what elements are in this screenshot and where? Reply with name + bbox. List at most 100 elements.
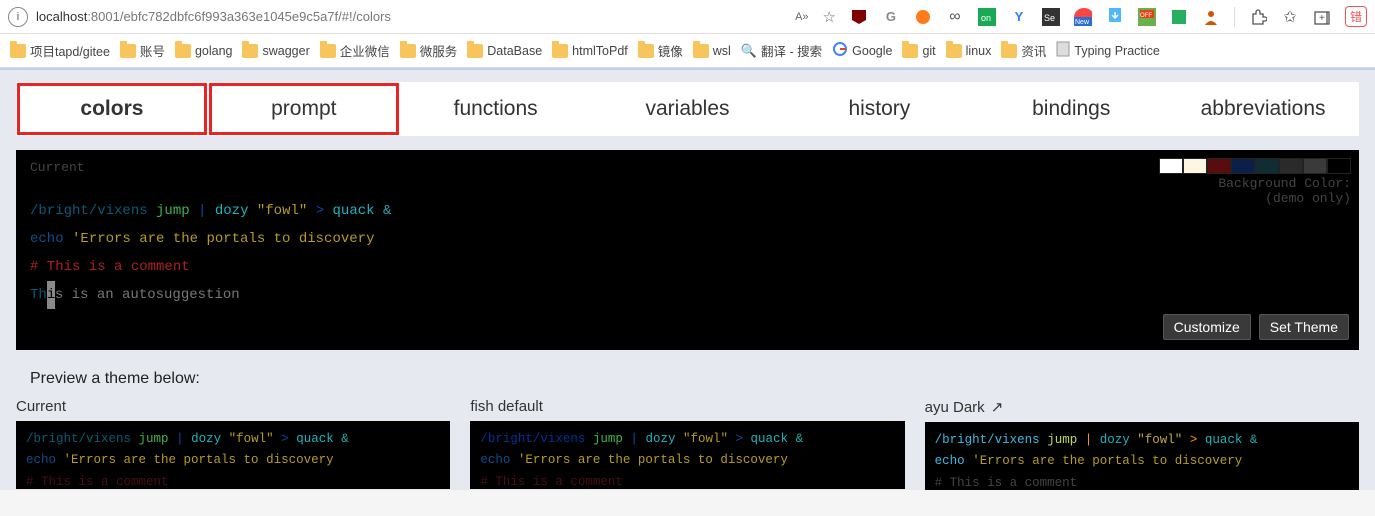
favorites-star-icon[interactable]: ✩ (1281, 8, 1299, 26)
theme-terminal: /bright/vixens jump | dozy "fowl" > quac… (470, 421, 904, 489)
page-body: colorspromptfunctionsvariableshistorybin… (0, 68, 1375, 490)
error-indicator[interactable]: 错 (1345, 6, 1367, 27)
external-link-icon[interactable]: ↗ (991, 398, 1004, 416)
terminal-lines: /bright/vixens jump | dozy "fowl" > quac… (30, 197, 1345, 309)
bookmark-label: Google (852, 44, 892, 58)
bookmark-item[interactable]: Typing Practice (1056, 41, 1159, 60)
ext-avatar-icon[interactable] (1202, 8, 1220, 26)
ext-y-icon[interactable]: Y (1010, 8, 1028, 26)
folder-icon (552, 44, 568, 58)
folder-icon (946, 44, 962, 58)
read-aloud-icon[interactable]: A» (795, 11, 808, 23)
ext-youdao-icon[interactable]: on (978, 8, 996, 26)
theme-title: ayu Dark↗ (925, 398, 1359, 416)
folder-icon (638, 44, 654, 58)
ext-new-icon[interactable]: New (1074, 8, 1092, 26)
bookmark-item[interactable]: linux (946, 44, 992, 58)
bookmark-label: 微服务 (420, 41, 458, 60)
svg-text:Se: Se (1044, 13, 1055, 23)
bgcolor-swatch[interactable] (1255, 158, 1279, 174)
bookmark-item[interactable]: 账号 (120, 41, 165, 60)
cursor: i (47, 281, 55, 309)
theme-previews: Current/bright/vixens jump | dozy "fowl"… (16, 398, 1359, 490)
bgcolor-swatch[interactable] (1327, 158, 1351, 174)
bookmarks-bar: 项目tapd/gitee 账号 golang swagger 企业微信 微服务 DataBa… (0, 34, 1375, 68)
theme-preview[interactable]: Current/bright/vixens jump | dozy "fowl"… (16, 398, 450, 490)
folder-icon (400, 44, 416, 58)
folder-icon (175, 44, 191, 58)
site-info-icon[interactable]: i (8, 7, 28, 27)
folder-icon (693, 44, 709, 58)
folder-icon (467, 44, 483, 58)
bookmark-label: DataBase (487, 44, 542, 58)
bookmark-item[interactable]: 企业微信 (320, 41, 390, 60)
bookmark-label: 翻译 - 搜索 (761, 41, 822, 60)
theme-title: fish default (470, 398, 904, 415)
preview-heading: Preview a theme below: (30, 370, 1375, 388)
tab-colors[interactable]: colors (16, 82, 208, 136)
divider (1234, 7, 1235, 27)
bgcolor-panel: Background Color: (demo only) (1159, 158, 1351, 206)
search-icon: 🔍 (741, 43, 757, 59)
bookmark-item[interactable]: 资讯 (1001, 41, 1046, 60)
set-theme-button[interactable]: Set Theme (1259, 314, 1349, 340)
bgcolor-swatches (1159, 158, 1351, 174)
svg-text:on: on (981, 13, 991, 23)
customize-button[interactable]: Customize (1163, 314, 1251, 340)
theme-preview[interactable]: fish default/bright/vixens jump | dozy "… (470, 398, 904, 490)
bookmark-item[interactable]: htmlToPdf (552, 44, 628, 58)
terminal-buttons: Customize Set Theme (1163, 314, 1349, 340)
theme-title: Current (16, 398, 450, 415)
google-icon (832, 41, 848, 60)
svg-text:New: New (1075, 19, 1090, 26)
ext-orange-icon[interactable] (914, 8, 932, 26)
tab-variables[interactable]: variables (592, 82, 784, 136)
bgcolor-swatch[interactable] (1303, 158, 1327, 174)
folder-icon (120, 44, 136, 58)
bookmark-item[interactable]: golang (175, 44, 233, 58)
tab-functions[interactable]: functions (400, 82, 592, 136)
bookmark-item[interactable]: 项目tapd/gitee (10, 41, 110, 60)
bookmark-label: 账号 (140, 41, 165, 60)
collections-icon[interactable]: + (1313, 8, 1331, 26)
bookmark-item[interactable]: DataBase (467, 44, 542, 58)
bookmark-item[interactable]: 镜像 (638, 41, 683, 60)
tab-abbreviations[interactable]: abbreviations (1167, 82, 1359, 136)
bgcolor-swatch[interactable] (1159, 158, 1183, 174)
bgcolor-swatch[interactable] (1279, 158, 1303, 174)
svg-text:+: + (1319, 13, 1325, 24)
ext-green-icon[interactable] (1170, 8, 1188, 26)
bookmark-label: git (922, 44, 935, 58)
bookmark-label: wsl (713, 44, 731, 58)
tab-bindings[interactable]: bindings (975, 82, 1167, 136)
ext-selenium-icon[interactable]: Se (1042, 8, 1060, 26)
bookmark-item[interactable]: git (902, 44, 935, 58)
current-theme-terminal: Current Background Color: (demo only) /b… (16, 150, 1359, 350)
ext-off-icon[interactable]: OFF (1138, 8, 1156, 26)
folder-icon (1001, 44, 1017, 58)
bookmark-item[interactable]: Google (832, 41, 892, 60)
bgcolor-swatch[interactable] (1183, 158, 1207, 174)
ext-infinity-icon[interactable]: ∞ (946, 8, 964, 26)
ext-download-icon[interactable] (1106, 8, 1124, 26)
bookmark-item[interactable]: wsl (693, 44, 731, 58)
tab-prompt[interactable]: prompt (208, 82, 400, 136)
bookmark-item[interactable]: swagger (242, 44, 309, 58)
ext-g-icon[interactable]: G (882, 8, 900, 26)
tab-history[interactable]: history (783, 82, 975, 136)
bgcolor-swatch[interactable] (1231, 158, 1255, 174)
address-bar-right: A» ☆ G ∞ on Y Se New OFF ✩ + 错 (795, 6, 1367, 27)
theme-preview[interactable]: ayu Dark↗/bright/vixens jump | dozy "fow… (925, 398, 1359, 490)
bgcolor-swatch[interactable] (1207, 158, 1231, 174)
ext-ublock-icon[interactable] (850, 8, 868, 26)
bgcolor-label: Background Color: (1159, 176, 1351, 191)
term-line-1: /bright/vixens jump | dozy "fowl" > quac… (30, 197, 1345, 225)
bookmark-item[interactable]: 微服务 (400, 41, 458, 60)
extensions-icon[interactable] (1249, 8, 1267, 26)
bgcolor-sublabel: (demo only) (1159, 191, 1351, 206)
url-display[interactable]: localhost:8001/ebfc782dbfc6f993a363e1045… (36, 9, 391, 24)
url-host: localhost (36, 9, 87, 24)
svg-text:OFF: OFF (1140, 13, 1152, 19)
favorite-icon[interactable]: ☆ (823, 8, 836, 26)
bookmark-item[interactable]: 🔍翻译 - 搜索 (741, 41, 822, 60)
